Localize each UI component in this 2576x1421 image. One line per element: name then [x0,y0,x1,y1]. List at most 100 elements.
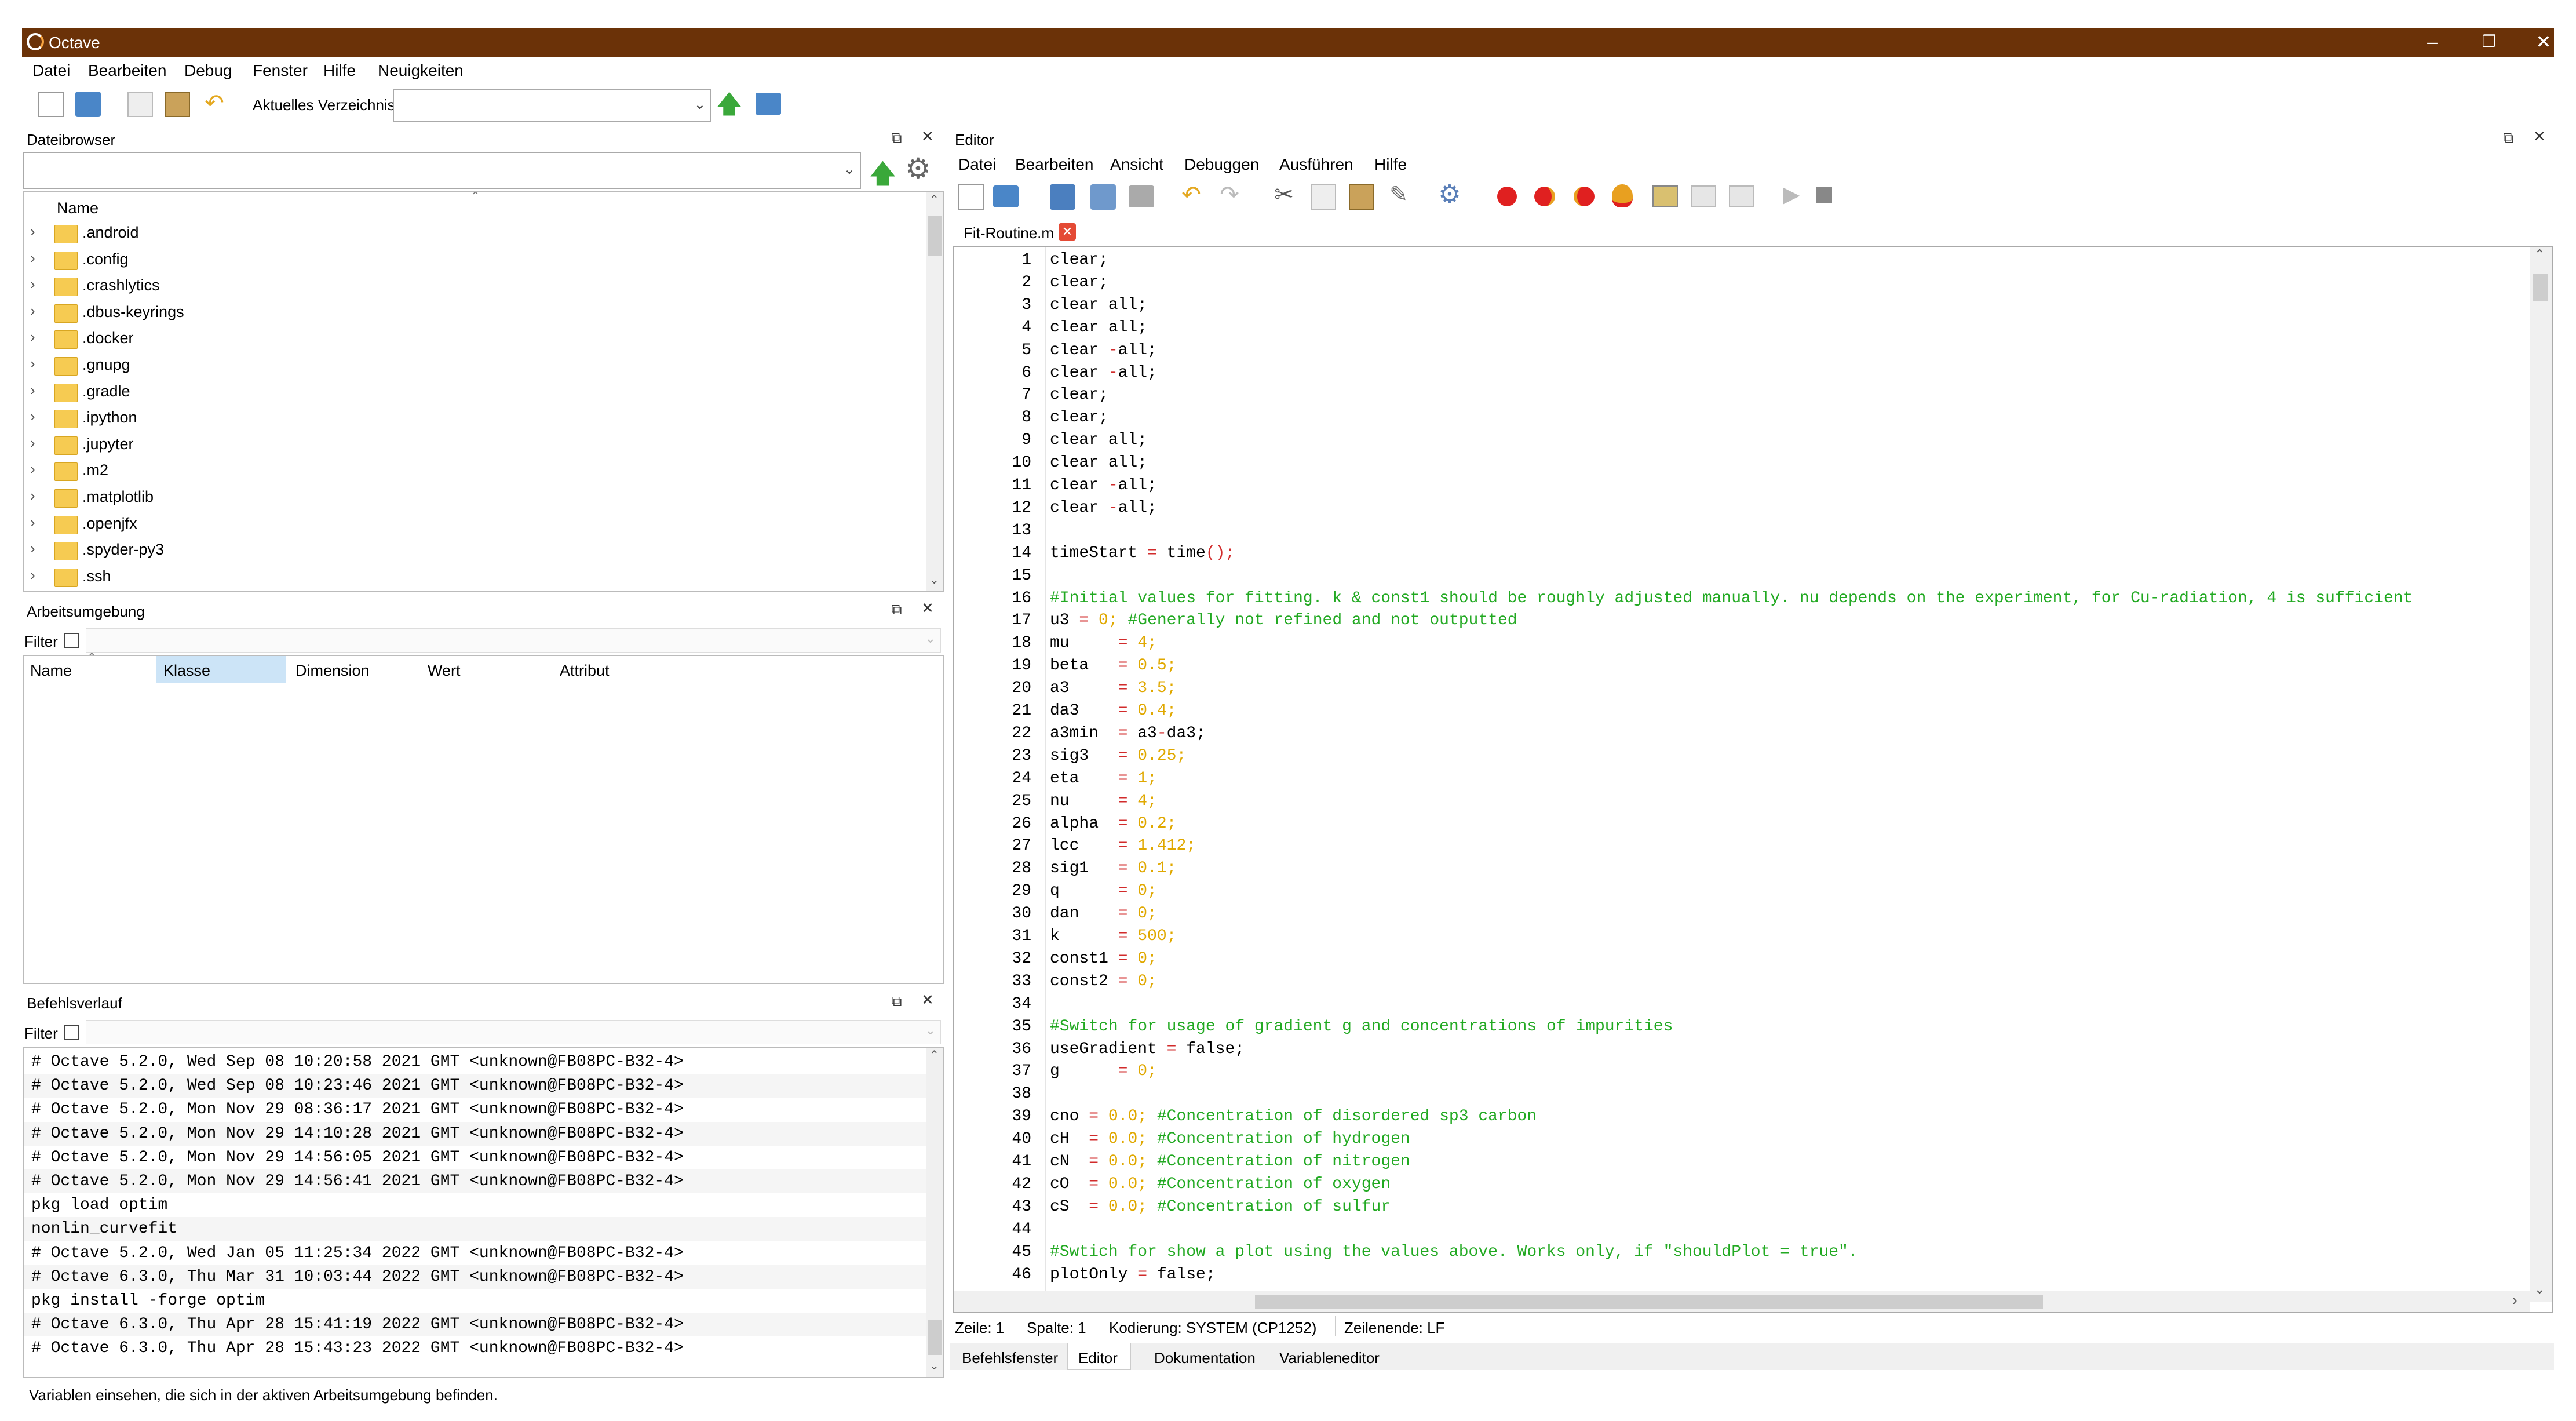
parent-dir-icon[interactable]: 🡅 [716,92,742,117]
code-line[interactable]: cO = 0.0; #Concentration of oxygen [1050,1174,1391,1196]
menu-bearbeiten[interactable]: Bearbeiten [88,61,166,80]
save-icon[interactable] [1050,184,1075,210]
current-dir-combobox[interactable]: ⌄ [393,89,711,122]
filter-checkbox[interactable] [64,1025,79,1040]
scroll-up-icon[interactable]: ⌃ [929,1048,939,1062]
code-line[interactable]: clear -all; [1050,497,1157,520]
redo-icon[interactable]: ↷ [1217,182,1242,207]
history-entry[interactable]: nonlin_curvefit [24,1217,929,1241]
history-entry[interactable]: # Octave 5.2.0, Wed Sep 08 10:20:58 2021… [24,1050,929,1074]
history-entry[interactable]: # Octave 5.2.0, Mon Nov 29 08:36:17 2021… [24,1098,929,1121]
code-line[interactable]: clear all; [1050,429,1147,452]
new-file-icon[interactable] [958,184,984,210]
tab-editor[interactable]: Editor [1078,1349,1118,1367]
code-line[interactable]: plotOnly = false; [1050,1264,1216,1287]
file-tree-item[interactable]: › .gnupg [24,352,922,378]
history-entry[interactable]: # Octave 6.3.0, Thu Apr 28 15:41:19 2022… [24,1313,929,1337]
file-browser-path-combobox[interactable]: ⌄ [23,152,861,189]
file-tree-item[interactable]: › .openjfx [24,511,922,537]
filter-input[interactable]: ⌄ [86,1020,941,1044]
history-scrollbar[interactable]: ⌃ ⌄ [926,1048,943,1377]
file-tree-item[interactable]: › .crashlytics [24,273,922,298]
column-wert[interactable]: Wert [428,662,461,680]
chevron-right-icon[interactable]: › [30,249,35,267]
chevron-right-icon[interactable]: › [30,275,35,293]
code-line[interactable]: q = 0; [1050,880,1157,903]
find-icon[interactable]: ✎ [1386,182,1411,207]
file-tree-scrollbar[interactable]: ⌃ ⌄ [926,192,943,591]
undo-icon[interactable]: ↶ [1178,182,1204,207]
code-line[interactable]: alpha = 0.2; [1050,813,1176,836]
editor-file-tab[interactable]: Fit-Routine.m ✕ [955,218,1088,245]
close-tab-icon[interactable]: ✕ [1059,223,1076,241]
history-entry[interactable]: # Octave 5.2.0, Wed Sep 08 10:23:46 2021… [24,1074,929,1098]
scroll-up-icon[interactable]: ⌃ [929,192,939,207]
chevron-right-icon[interactable]: › [30,540,35,558]
run-config-icon[interactable]: ⚙ [1437,182,1462,207]
scrollbar-thumb[interactable] [2533,274,2548,301]
editor-menu-hilfe[interactable]: Hilfe [1374,155,1407,174]
previous-breakpoint-icon[interactable] [1574,187,1595,206]
continue-icon[interactable]: ▶ [1779,182,1804,207]
close-panel-icon[interactable]: ✕ [921,599,934,617]
code-scrollbar-vertical[interactable]: ⌃ ⌄ [2530,247,2552,1302]
code-line[interactable]: clear; [1050,249,1108,272]
menu-datei[interactable]: Datei [32,61,70,80]
new-file-icon[interactable] [38,92,64,117]
code-line[interactable]: clear -all; [1050,362,1157,385]
code-line[interactable]: beta = 0.5; [1050,655,1176,677]
undock-icon[interactable]: ⧉ [891,129,902,147]
file-tree-item[interactable]: › .jupyter [24,432,922,457]
history-entry[interactable]: pkg install -forge optim [24,1289,929,1313]
file-tree-item[interactable]: › .dbus-keyrings [24,300,922,325]
restore-icon[interactable]: ❐ [2472,30,2506,53]
scrollbar-thumb[interactable] [928,216,942,256]
filter-input[interactable]: ⌄ [86,628,941,653]
scroll-up-icon[interactable]: ⌃ [2534,247,2545,262]
history-entry[interactable]: # Octave 5.2.0, Mon Nov 29 14:56:41 2021… [24,1169,929,1193]
code-line[interactable]: clear all; [1050,294,1147,317]
scroll-down-icon[interactable]: ⌄ [929,1358,939,1373]
file-tree-item[interactable]: › .ipython [24,405,922,431]
code-line[interactable]: nu = 4; [1050,790,1157,813]
history-entry[interactable]: pkg load optim [24,1193,929,1217]
paste-icon[interactable] [165,92,190,117]
chevron-right-icon[interactable]: › [30,381,35,399]
code-line[interactable]: timeStart = time(); [1050,542,1235,565]
code-line[interactable]: useGradient = false; [1050,1039,1245,1061]
code-line[interactable]: lcc = 1.412; [1050,835,1196,858]
column-name[interactable]: Name [30,662,72,680]
code-line[interactable]: clear -all; [1050,475,1157,497]
menu-hilfe[interactable]: Hilfe [323,61,356,80]
menu-debug[interactable]: Debug [184,61,232,80]
chevron-right-icon[interactable]: › [30,328,35,346]
history-entry[interactable]: # Octave 5.2.0, Mon Nov 29 14:10:28 2021… [24,1121,929,1146]
code-line[interactable]: clear all; [1050,317,1147,340]
chevron-right-icon[interactable]: › [30,407,35,425]
file-tree-item[interactable]: › .ssh [24,564,922,589]
close-panel-icon[interactable]: ✕ [2533,127,2546,145]
remove-breakpoints-icon[interactable] [1612,184,1633,207]
scroll-down-icon[interactable]: ⌄ [2534,1282,2545,1297]
file-tree-item[interactable]: › .matplotlib [24,484,922,510]
copy-icon[interactable] [1311,184,1336,210]
file-tree-item[interactable]: › .gradle [24,379,922,405]
history-entry[interactable]: # Octave 5.2.0, Mon Nov 29 14:56:05 2021… [24,1146,929,1169]
code-line[interactable]: cH = 0.0; #Concentration of hydrogen [1050,1128,1410,1151]
breakpoint-icon[interactable] [1497,187,1517,206]
editor-menu-debuggen[interactable]: Debuggen [1184,155,1259,174]
chevron-down-icon[interactable]: ⌄ [844,161,855,178]
chevron-down-icon[interactable]: ⌄ [694,96,706,113]
code-line[interactable]: cN = 0.0; #Concentration of nitrogen [1050,1151,1410,1174]
undock-icon[interactable]: ⧉ [891,600,902,619]
chevron-right-icon[interactable]: › [30,434,35,452]
code-line[interactable]: eta = 1; [1050,768,1157,790]
chevron-down-icon[interactable]: ⌄ [925,631,936,646]
chevron-right-icon[interactable]: › [30,355,35,373]
code-line[interactable]: cS = 0.0; #Concentration of sulfur [1050,1196,1391,1219]
scrollbar-thumb[interactable] [928,1320,942,1355]
code-line[interactable]: u3 = 0; #Generally not refined and not o… [1050,610,1517,632]
history-entry[interactable]: # Octave 6.3.0, Thu Mar 31 10:03:44 2022… [24,1265,929,1289]
menu-fenster[interactable]: Fenster [253,61,308,80]
scroll-right-icon[interactable]: › [2512,1291,2517,1309]
